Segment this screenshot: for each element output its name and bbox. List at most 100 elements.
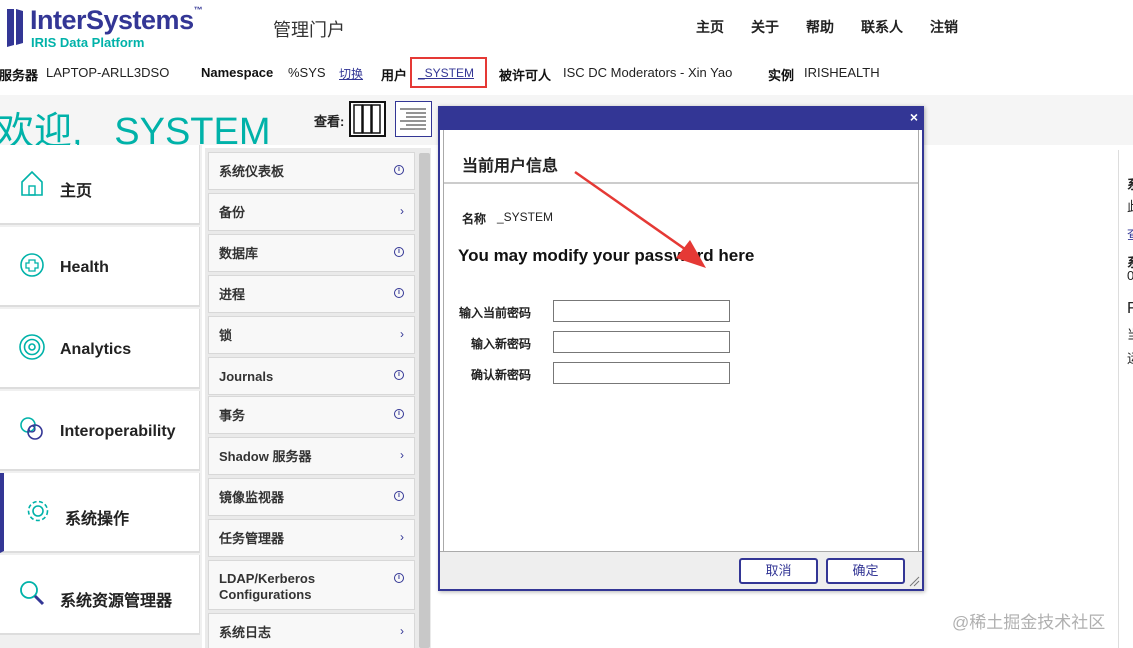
nav-label-interoperability: Interoperability: [60, 423, 176, 440]
submenu-label: 镜像监视器: [219, 490, 285, 505]
namespace-label: Namespace: [201, 65, 274, 80]
new-password-row: 输入新密码: [444, 331, 744, 355]
switch-namespace-link[interactable]: 切换: [339, 65, 363, 82]
info-icon: i: [394, 573, 404, 583]
columns-view-icon: [353, 104, 381, 134]
user-label: 用户: [381, 68, 408, 83]
nav-item-system-operation[interactable]: 系统操作: [0, 473, 200, 553]
nav-label-health: Health: [60, 259, 109, 276]
list-view-icon: [400, 108, 426, 130]
nav-label-system-explorer: 系统资源管理器: [60, 593, 173, 610]
nav-item-system-explorer[interactable]: 系统资源管理器: [0, 555, 200, 635]
password-message: You may modify your password here: [458, 246, 755, 265]
submenu-item-journals[interactable]: Journals i: [208, 357, 415, 395]
right-fragment: 0: [1127, 268, 1133, 283]
submenu-item-task-manager[interactable]: 任务管理器 ›: [208, 519, 415, 557]
submenu-label: 事务: [219, 408, 246, 423]
intersystems-logo[interactable]: InterSystems™ IRIS Data Platform: [2, 3, 222, 53]
watermark: @稀土掘金技术社区: [952, 613, 1106, 632]
submenu-item-dashboard[interactable]: 系统仪表板 i: [208, 152, 415, 190]
dialog-divider: [444, 182, 918, 184]
analytics-target-icon: [19, 334, 45, 360]
submenu-item-backup[interactable]: 备份 ›: [208, 193, 415, 231]
system-operation-submenu: 系统仪表板 i 备份 › 数据库 i 进程 i 锁 › Journals i 事…: [205, 148, 431, 648]
dialog-title: 当前用户信息: [462, 158, 559, 175]
submenu-label: 系统日志: [219, 625, 272, 640]
nav-item-interoperability[interactable]: Interoperability: [0, 391, 200, 471]
submenu-label: 系统仪表板: [219, 164, 285, 179]
cancel-button[interactable]: 取消: [739, 558, 818, 584]
submenu-item-system-logs[interactable]: 系统日志 ›: [208, 613, 415, 648]
resize-grip-icon[interactable]: [908, 575, 920, 587]
info-icon: i: [394, 165, 404, 175]
right-fragment: 此: [1127, 196, 1133, 215]
ok-button[interactable]: 确定: [826, 558, 905, 584]
submenu-item-shadow-servers[interactable]: Shadow 服务器 ›: [208, 437, 415, 475]
submenu-label: Shadow 服务器: [219, 449, 312, 464]
brand-trademark: ™: [193, 5, 203, 15]
confirm-password-row: 确认新密码: [444, 362, 744, 386]
submenu-item-locks[interactable]: 锁 ›: [208, 316, 415, 354]
submenu-label: 备份: [219, 205, 246, 220]
nav-label-home: 主页: [60, 183, 93, 200]
info-icon: i: [394, 288, 404, 298]
new-password-input[interactable]: [553, 331, 730, 353]
dialog-titlebar[interactable]: ×: [440, 108, 922, 130]
info-icon: i: [394, 409, 404, 419]
brand-name: InterSystems: [30, 5, 194, 35]
submenu-label: 数据库: [219, 246, 259, 261]
nav-item-health[interactable]: Health: [0, 227, 200, 307]
instance-value: IRISHEALTH: [804, 65, 880, 80]
submenu-item-mirror-monitor[interactable]: 镜像监视器 i: [208, 478, 415, 516]
chevron-right-icon: ›: [400, 448, 404, 462]
submenu-item-transactions[interactable]: 事务 i: [208, 396, 415, 434]
portal-title: 管理门户: [273, 20, 345, 40]
nav-item-analytics[interactable]: Analytics: [0, 309, 200, 389]
submenu-label: 进程: [219, 287, 246, 302]
intersystems-logo-mark-icon: [7, 9, 23, 47]
licensee-value: ISC DC Moderators - Xin Yao: [563, 65, 733, 80]
submenu-scrollbar[interactable]: [419, 153, 430, 648]
confirm-password-label: 确认新密码: [470, 368, 531, 382]
health-plus-icon: [20, 253, 44, 277]
nav-label-system-operation: 系统操作: [65, 511, 130, 528]
current-password-input[interactable]: [553, 300, 730, 322]
info-icon: i: [394, 491, 404, 501]
list-view-button[interactable]: [395, 101, 432, 137]
server-value: LAPTOP-ARLL3DSO: [46, 65, 170, 80]
magnifier-icon: [20, 581, 45, 606]
licensee-label: 被许可人: [499, 68, 552, 83]
close-icon[interactable]: ×: [910, 109, 918, 125]
submenu-label: 锁: [219, 328, 233, 343]
chevron-right-icon: ›: [400, 530, 404, 544]
submenu-item-databases[interactable]: 数据库 i: [208, 234, 415, 272]
dialog-body: 当前用户信息 名称 _SYSTEM You may modify your pa…: [443, 130, 919, 551]
left-nav: 主页 Health Analytics Interoperability 系统操…: [0, 145, 202, 648]
submenu-item-processes[interactable]: 进程 i: [208, 275, 415, 313]
submenu-label: Journals: [219, 369, 274, 384]
top-nav-help[interactable]: 帮助: [806, 17, 834, 37]
info-icon: i: [394, 370, 404, 380]
right-fragment[interactable]: 查: [1127, 224, 1133, 243]
current-password-label: 输入当前密码: [458, 306, 531, 320]
top-nav-about[interactable]: 关于: [751, 17, 779, 37]
view-label: 查看:: [314, 114, 345, 129]
columns-view-button[interactable]: [349, 101, 386, 137]
submenu-item-ldap-kerberos[interactable]: LDAP/Kerberos Configurations i: [208, 560, 415, 610]
nav-item-home[interactable]: 主页: [0, 145, 200, 225]
user-link[interactable]: _SYSTEM: [418, 66, 474, 80]
submenu-label: 任务管理器: [219, 531, 285, 546]
nav-label-analytics: Analytics: [60, 341, 132, 358]
current-user-info-dialog: × 当前用户信息 名称 _SYSTEM You may modify your …: [438, 106, 924, 591]
right-fragment: 当: [1127, 324, 1133, 343]
chevron-right-icon: ›: [400, 624, 404, 638]
top-nav-contact[interactable]: 联系人: [861, 17, 903, 37]
chevron-right-icon: ›: [400, 327, 404, 341]
submenu-label: LDAP/Kerberos Configurations: [219, 571, 316, 602]
namespace-value: %SYS: [288, 65, 326, 80]
top-nav-logout[interactable]: 注销: [930, 17, 958, 37]
dialog-footer: 取消 确定: [440, 551, 922, 589]
brand-subtitle: IRIS Data Platform: [31, 35, 145, 50]
top-nav-home[interactable]: 主页: [696, 17, 724, 37]
confirm-password-input[interactable]: [553, 362, 730, 384]
